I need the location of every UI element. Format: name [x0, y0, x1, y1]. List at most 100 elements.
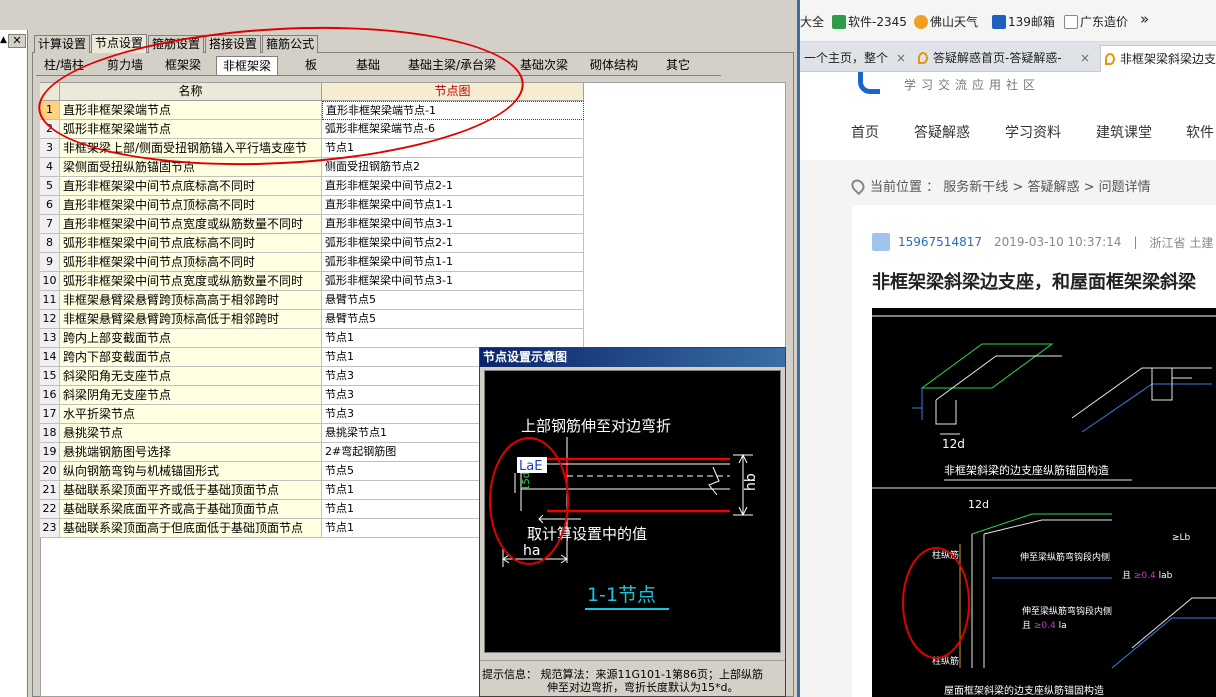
row-name-cell: 水平折梁节点 [60, 405, 322, 424]
subtab-nonframe-beam[interactable]: 非框架梁 [216, 56, 278, 76]
row-node-cell[interactable]: 节点1 [322, 329, 584, 348]
row-number[interactable]: 17 [40, 405, 60, 424]
row-name-cell: 直形非框架梁中间节点底标高不同时 [60, 177, 322, 196]
row-node-cell[interactable]: 节点1 [322, 139, 584, 158]
row-number[interactable]: 22 [40, 500, 60, 519]
subtab-slab[interactable]: 板 [296, 55, 326, 76]
fifteen-d-label: 15d [521, 472, 532, 491]
row-node-cell[interactable]: 直形非框架梁中间节点2-1 [322, 177, 584, 196]
subtab-column-wall[interactable]: 柱/墙柱 [36, 55, 92, 76]
row-node-cell[interactable]: 弧形非框架梁中间节点2-1 [322, 234, 584, 253]
bookmark-overflow-button[interactable]: » [1140, 10, 1149, 28]
row-node-cell[interactable]: 弧形非框架梁中间节点3-1 [322, 272, 584, 291]
row-number[interactable]: 3 [40, 139, 60, 158]
subtab-other[interactable]: 其它 [658, 55, 698, 76]
row-number[interactable]: 4 [40, 158, 60, 177]
subtab-foundation[interactable]: 基础 [348, 55, 388, 76]
tab-stirrup-settings[interactable]: 箍筋设置 [148, 35, 205, 53]
table-row[interactable]: 2 弧形非框架梁端节点 弧形非框架梁端节点-6 [40, 120, 584, 139]
avatar[interactable] [872, 233, 890, 251]
nav-materials[interactable]: 学习资料 [1005, 122, 1061, 142]
row-number[interactable]: 16 [40, 386, 60, 405]
table-row[interactable]: 4 梁侧面受扭纵筋锚固节点 侧面受扭钢筋节点2 [40, 158, 584, 177]
tab-lap-settings[interactable]: 搭接设置 [205, 35, 262, 53]
cad-image[interactable]: 12d 非框架斜梁的边支座纵筋锚固构造 12d 伸至梁纵筋弯钩段内侧 伸至梁纵筋… [872, 308, 1216, 697]
cad-caption-2: 屋面框架斜梁的边支座纵筋锚固构造 [944, 684, 1104, 697]
row-number[interactable]: 6 [40, 196, 60, 215]
row-node-cell[interactable]: 弧形非框架梁中间节点1-1 [322, 253, 584, 272]
row-number[interactable]: 7 [40, 215, 60, 234]
nav-software[interactable]: 软件 [1186, 122, 1214, 142]
subtab-frame-beam[interactable]: 框架梁 [158, 55, 208, 76]
row-number[interactable]: 1 [40, 101, 60, 120]
header-node-diagram[interactable]: 节点图 [322, 83, 584, 101]
nav-qa[interactable]: 答疑解惑 [914, 122, 970, 142]
table-row[interactable]: 10 弧形非框架梁中间节点宽度或纵筋数量不同时 弧形非框架梁中间节点3-1 [40, 272, 584, 291]
row-number[interactable]: 21 [40, 481, 60, 500]
close-button[interactable]: ✕ [8, 34, 26, 48]
table-row[interactable]: 12 非框架悬臂梁悬臂跨顶标高低于相邻跨时 悬臂节点5 [40, 310, 584, 329]
subtab-masonry[interactable]: 砌体结构 [586, 55, 642, 76]
row-number[interactable]: 12 [40, 310, 60, 329]
row-node-cell[interactable]: 悬臂节点5 [322, 291, 584, 310]
user-link[interactable]: 15967514817 [898, 235, 982, 249]
dialog-title[interactable]: 节点设置示意图 [480, 348, 785, 367]
table-row[interactable]: 5 直形非框架梁中间节点底标高不同时 直形非框架梁中间节点2-1 [40, 177, 584, 196]
bookmark-weather[interactable]: 佛山天气 [914, 13, 978, 30]
table-row[interactable]: 13 跨内上部变截面节点 节点1 [40, 329, 584, 348]
table-row[interactable]: 1 直形非框架梁端节点 直形非框架梁端节点-1 [40, 101, 584, 120]
table-row[interactable]: 6 直形非框架梁中间节点顶标高不同时 直形非框架梁中间节点1-1 [40, 196, 584, 215]
nav-home[interactable]: 首页 [851, 122, 879, 142]
meta-separator: | [1133, 235, 1138, 249]
table-row[interactable]: 7 直形非框架梁中间节点宽度或纵筋数量不同时 直形非框架梁中间节点3-1 [40, 215, 584, 234]
row-number[interactable]: 10 [40, 272, 60, 291]
diagram-mid-text: 取计算设置中的值 [527, 525, 647, 543]
tab-node-settings[interactable]: 节点设置 [91, 34, 148, 53]
row-node-cell[interactable]: 直形非框架梁中间节点3-1 [322, 215, 584, 234]
row-node-cell[interactable]: 直形非框架梁端节点-1 [322, 101, 584, 120]
row-number[interactable]: 9 [40, 253, 60, 272]
row-node-cell[interactable]: 弧形非框架梁端节点-6 [322, 120, 584, 139]
tab-calc-settings[interactable]: 计算设置 [34, 35, 91, 53]
grid-header: 名称 节点图 [40, 83, 584, 101]
row-number[interactable]: 20 [40, 462, 60, 481]
ha-label: ha [523, 543, 540, 559]
row-number[interactable]: 14 [40, 348, 60, 367]
table-row[interactable]: 3 非框架梁上部/侧面受扭钢筋锚入平行墙支座节 节点1 [40, 139, 584, 158]
row-number[interactable]: 11 [40, 291, 60, 310]
diagram-canvas: 上部钢筋伸至对边弯折 LaE 15d hb 取计算设置中的值 ha 1-1节点 [484, 370, 781, 653]
nav-classroom[interactable]: 建筑课堂 [1096, 122, 1152, 142]
bookmark-139-mail[interactable]: 139邮箱 [992, 13, 1055, 30]
subtab-foundation-secondary-beam[interactable]: 基础次梁 [514, 55, 574, 76]
table-row[interactable]: 9 弧形非框架梁中间节点顶标高不同时 弧形非框架梁中间节点1-1 [40, 253, 584, 272]
bookmark-gd-cost[interactable]: 广东造价 [1064, 13, 1128, 30]
cad-12d-label-2: 12d [968, 498, 989, 511]
breadcrumb-path[interactable]: 服务新干线 > 答疑解惑 > 问题详情 [943, 176, 1150, 195]
bookmark-daquan[interactable]: 大全 [800, 13, 824, 30]
browser-tab-home[interactable]: 一个主页，整个 × [800, 45, 912, 72]
row-node-cell[interactable]: 侧面受扭钢筋节点2 [322, 158, 584, 177]
row-number[interactable]: 8 [40, 234, 60, 253]
close-tab-icon[interactable]: × [896, 45, 906, 71]
browser-tab-qa[interactable]: 答疑解惑首页-答疑解惑- × [914, 45, 1096, 72]
row-number[interactable]: 2 [40, 120, 60, 139]
table-row[interactable]: 11 非框架悬臂梁悬臂跨顶标高高于相邻跨时 悬臂节点5 [40, 291, 584, 310]
header-name[interactable]: 名称 [60, 83, 322, 101]
browser-tab-active[interactable]: 非框架梁斜梁边支 [1100, 45, 1216, 72]
subtab-shear-wall[interactable]: 剪力墙 [100, 55, 150, 76]
row-number[interactable]: 13 [40, 329, 60, 348]
bookmark-2345[interactable]: 软件-2345 [832, 13, 907, 30]
close-tab-icon[interactable]: × [1080, 45, 1090, 71]
row-node-cell[interactable]: 直形非框架梁中间节点1-1 [322, 196, 584, 215]
row-number[interactable]: 23 [40, 519, 60, 538]
subtab-foundation-main-beam[interactable]: 基础主梁/承台梁 [404, 55, 500, 76]
row-number[interactable]: 5 [40, 177, 60, 196]
site-logo[interactable] [858, 72, 880, 94]
tab-stirrup-formula[interactable]: 箍筋公式 [262, 35, 319, 53]
row-number[interactable]: 19 [40, 443, 60, 462]
row-name-cell: 基础联系梁顶面平齐或低于基础顶面节点 [60, 481, 322, 500]
row-number[interactable]: 18 [40, 424, 60, 443]
table-row[interactable]: 8 弧形非框架梁中间节点底标高不同时 弧形非框架梁中间节点2-1 [40, 234, 584, 253]
row-node-cell[interactable]: 悬臂节点5 [322, 310, 584, 329]
row-number[interactable]: 15 [40, 367, 60, 386]
